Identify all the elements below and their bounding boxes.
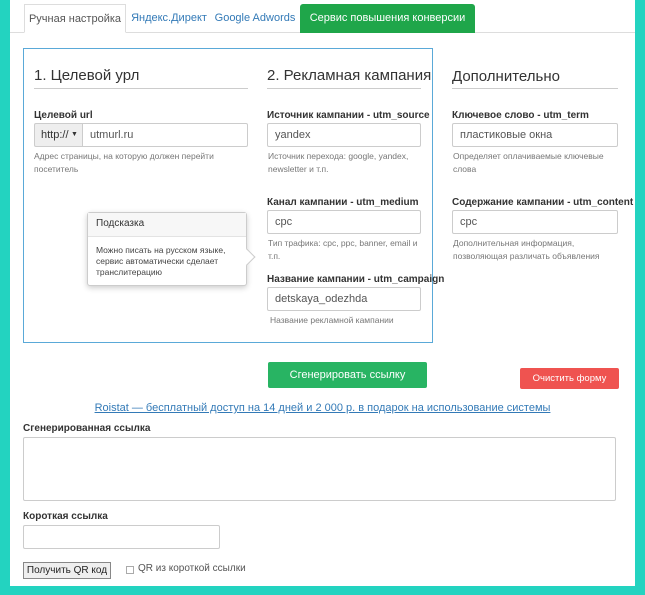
- section1-divider: [34, 88, 248, 89]
- source-label: Источник кампании - utm_source: [267, 110, 430, 121]
- campaign-input-value: detskaya_odezhda: [275, 293, 368, 305]
- roistat-promo-link[interactable]: Roistat — бесплатный доступ на 14 дней и…: [0, 402, 645, 414]
- qr-short-link-checkbox[interactable]: [126, 566, 134, 574]
- tab-conversion-service[interactable]: Сервис повышения конверсии сайта: [300, 4, 475, 53]
- tab-bar: Ручная настройка Яндекс.Директ Google Ad…: [10, 0, 635, 53]
- tab-google-adwords[interactable]: Google Adwords: [212, 4, 298, 33]
- url-input[interactable]: utmurl.ru: [82, 123, 248, 147]
- source-input-value: yandex: [275, 129, 311, 141]
- clear-form-button[interactable]: Очистить форму: [520, 368, 619, 389]
- generate-link-button[interactable]: Сгенерировать ссылку: [268, 362, 427, 388]
- term-input[interactable]: пластиковые окна: [452, 123, 618, 147]
- content-input[interactable]: cpc: [452, 210, 618, 234]
- tooltip-title: Подсказка: [88, 213, 246, 237]
- tab-manual[interactable]: Ручная настройка: [24, 4, 126, 33]
- tab-yandex-direct[interactable]: Яндекс.Директ: [126, 4, 212, 33]
- hint-tooltip: Подсказка Можно писать на русском языке,…: [87, 212, 256, 286]
- content-label: Содержание кампании - utm_content: [452, 197, 634, 208]
- campaign-label: Название кампании - utm_campaign: [267, 274, 445, 285]
- qr-short-link-label: QR из короткой ссылки: [138, 563, 246, 574]
- source-help: Источник перехода: google, yandex, newsl…: [268, 151, 409, 174]
- url-label: Целевой url: [34, 110, 93, 121]
- section2-divider: [267, 88, 421, 89]
- section3-divider: [452, 88, 618, 89]
- short-link-input[interactable]: [23, 525, 220, 549]
- content-input-value: cpc: [460, 216, 478, 228]
- source-input[interactable]: yandex: [267, 123, 421, 147]
- term-help: Определяет оплачиваемые ключевые слова: [453, 151, 604, 174]
- generated-link-label: Сгенерированная ссылка: [23, 423, 151, 434]
- section2-title: 2. Рекламная кампания: [267, 67, 432, 84]
- url-help: Адрес страницы, на которую должен перейт…: [34, 151, 214, 174]
- short-link-label: Короткая ссылка: [23, 511, 108, 522]
- content-help: Дополнительная информация, позволяющая р…: [453, 238, 600, 261]
- medium-help: Тип трафика: cpc, ppc, banner, email и т…: [268, 238, 418, 261]
- chevron-down-icon[interactable]: ▼: [71, 131, 78, 138]
- medium-label: Канал кампании - utm_medium: [267, 197, 419, 208]
- url-input-value: utmurl.ru: [90, 129, 134, 141]
- generated-link-textarea[interactable]: [23, 437, 616, 501]
- protocol-value: http://: [41, 129, 69, 141]
- medium-input-value: cpc: [275, 216, 293, 228]
- campaign-help: Название рекламной кампании: [270, 315, 394, 325]
- tooltip-text: Можно писать на русском языке, сервис ав…: [96, 245, 226, 277]
- section1-title: 1. Целевой урл: [34, 67, 140, 84]
- term-label: Ключевое слово - utm_term: [452, 110, 589, 121]
- get-qr-button[interactable]: Получить QR код: [23, 562, 111, 579]
- medium-input[interactable]: cpc: [267, 210, 421, 234]
- campaign-input[interactable]: detskaya_odezhda: [267, 287, 421, 311]
- term-input-value: пластиковые окна: [460, 129, 553, 141]
- section3-title: Дополнительно: [452, 68, 560, 85]
